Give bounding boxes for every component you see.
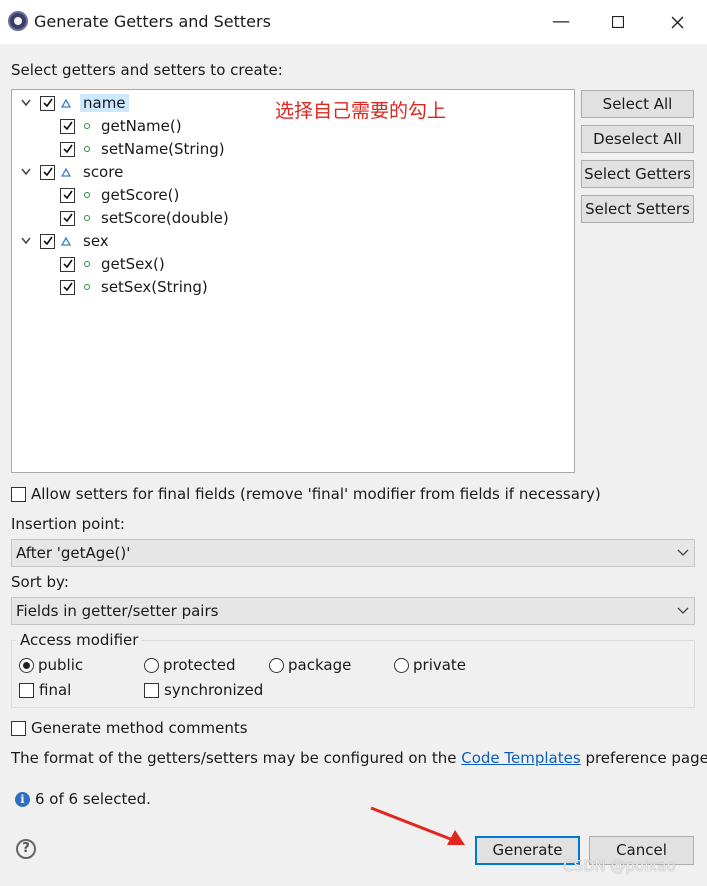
info-icon: i [15, 791, 30, 807]
tree-node-label: score [83, 163, 124, 181]
tree-label: Select getters and setters to create: [11, 61, 283, 79]
tree-checkbox[interactable] [60, 256, 75, 272]
members-tree[interactable]: name getName() setName(String) score get… [11, 89, 575, 473]
tree-node-label: sex [83, 232, 109, 250]
chevron-down-icon[interactable] [18, 233, 34, 249]
radio-protected[interactable]: protected [144, 656, 236, 674]
generate-comments-label: Generate method comments [31, 719, 248, 737]
tree-checkbox[interactable] [60, 210, 75, 226]
allow-setters-final-label: Allow setters for final fields (remove '… [31, 485, 601, 503]
tree-node-label: name [80, 94, 129, 112]
select-getters-button[interactable]: Select Getters [581, 160, 694, 188]
radio-label: package [288, 656, 352, 674]
help-icon[interactable]: ? [16, 839, 36, 859]
tree-leaf-label: getName() [101, 117, 182, 135]
tree-leaf-getname[interactable]: getName() [60, 115, 182, 137]
selection-status: i 6 of 6 selected. [15, 790, 151, 808]
tree-node-sex[interactable]: sex [18, 230, 109, 252]
tree-leaf-setname[interactable]: setName(String) [60, 138, 225, 160]
radio-button[interactable] [394, 657, 409, 673]
radio-package[interactable]: package [269, 656, 351, 674]
synchronized-checkbox[interactable] [144, 682, 159, 698]
field-icon [59, 165, 73, 179]
close-icon[interactable] [662, 8, 692, 36]
chevron-down-icon [677, 607, 689, 614]
format-description: The format of the getters/setters may be… [11, 749, 707, 767]
minimize-icon[interactable]: — [546, 8, 576, 36]
method-icon [80, 119, 94, 133]
selection-status-text: 6 of 6 selected. [35, 790, 151, 808]
sort-by-label: Sort by: [11, 573, 69, 591]
tree-node-score[interactable]: score [18, 161, 123, 183]
tree-leaf-setsex[interactable]: setSex(String) [60, 276, 208, 298]
tree-leaf-setscore[interactable]: setScore(double) [60, 207, 229, 229]
select-setters-button[interactable]: Select Setters [581, 195, 694, 223]
tree-checkbox[interactable] [40, 95, 55, 111]
tree-leaf-getsex[interactable]: getSex() [60, 253, 165, 275]
final-option[interactable]: final [19, 681, 71, 699]
select-all-button[interactable]: Select All [581, 90, 694, 118]
annotation-text: 选择自己需要的勾上 [275, 100, 447, 122]
tree-checkbox[interactable] [60, 118, 75, 134]
tree-leaf-label: setSex(String) [101, 278, 208, 296]
format-prefix: The format of the getters/setters may be… [11, 749, 457, 767]
tree-leaf-label: getSex() [101, 255, 165, 273]
method-icon [80, 188, 94, 202]
eclipse-app-icon [8, 11, 28, 31]
tree-leaf-label: getScore() [101, 186, 180, 204]
radio-private[interactable]: private [394, 656, 466, 674]
access-modifier-title: Access modifier [16, 631, 143, 649]
insertion-point-select[interactable]: After 'getAge()' [11, 539, 695, 567]
access-modifier-group [11, 640, 695, 708]
radio-button[interactable] [19, 657, 34, 673]
tree-leaf-label: setName(String) [101, 140, 225, 158]
generate-comments-checkbox[interactable] [11, 720, 26, 736]
radio-label: public [38, 656, 84, 674]
radio-label: protected [163, 656, 236, 674]
allow-setters-final-option[interactable]: Allow setters for final fields (remove '… [11, 485, 601, 503]
sort-by-value: Fields in getter/setter pairs [16, 602, 219, 620]
synchronized-option[interactable]: synchronized [144, 681, 263, 699]
generate-comments-option[interactable]: Generate method comments [11, 719, 248, 737]
method-icon [80, 142, 94, 156]
tree-leaf-label: setScore(double) [101, 209, 229, 227]
sort-by-select[interactable]: Fields in getter/setter pairs [11, 597, 695, 625]
chevron-down-icon[interactable] [18, 95, 34, 111]
tree-node-name[interactable]: name [18, 92, 129, 114]
method-icon [80, 280, 94, 294]
insertion-point-label: Insertion point: [11, 515, 125, 533]
annotation-arrow-icon [370, 806, 465, 845]
window-title: Generate Getters and Setters [34, 12, 271, 31]
title-bar: Generate Getters and Setters — [0, 0, 707, 44]
synchronized-label: synchronized [164, 681, 264, 699]
field-icon [59, 96, 73, 110]
tree-checkbox[interactable] [60, 279, 75, 295]
tree-checkbox[interactable] [60, 141, 75, 157]
tree-checkbox[interactable] [40, 233, 55, 249]
allow-setters-final-checkbox[interactable] [11, 486, 26, 502]
final-label: final [39, 681, 72, 699]
radio-button[interactable] [269, 657, 284, 673]
code-templates-link[interactable]: Code Templates [461, 749, 580, 767]
method-icon [80, 257, 94, 271]
final-checkbox[interactable] [19, 682, 34, 698]
maximize-icon[interactable] [603, 8, 633, 36]
field-icon [59, 234, 73, 248]
tree-checkbox[interactable] [60, 187, 75, 203]
insertion-point-value: After 'getAge()' [16, 544, 131, 562]
radio-label: private [413, 656, 467, 674]
format-suffix: preference page. [585, 749, 707, 767]
watermark: CSDN @poixao [563, 857, 676, 875]
tree-leaf-getscore[interactable]: getScore() [60, 184, 179, 206]
chevron-down-icon[interactable] [18, 164, 34, 180]
tree-checkbox[interactable] [40, 164, 55, 180]
method-icon [80, 211, 94, 225]
radio-public[interactable]: public [19, 656, 83, 674]
radio-button[interactable] [144, 657, 159, 673]
deselect-all-button[interactable]: Deselect All [581, 125, 694, 153]
chevron-down-icon [677, 549, 689, 556]
